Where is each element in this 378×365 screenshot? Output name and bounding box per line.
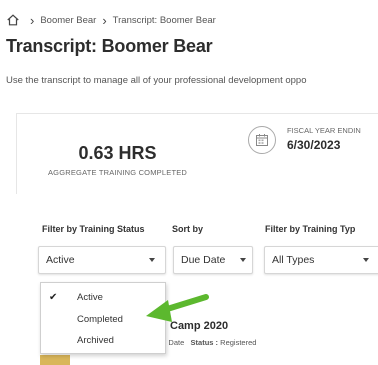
status-key: Status : bbox=[190, 338, 219, 347]
page-title: Transcript: Boomer Bear bbox=[6, 36, 213, 56]
calendar-icon bbox=[248, 126, 276, 154]
training-thumbnail bbox=[40, 355, 70, 365]
chevron-down-icon bbox=[149, 258, 155, 262]
chevron-down-icon bbox=[240, 258, 246, 262]
sort-by-select[interactable]: Due Date bbox=[173, 246, 253, 274]
training-item-meta: ue Date Status : Registered bbox=[158, 338, 256, 347]
training-hours-label: AGGREGATE TRAINING COMPLETED bbox=[47, 168, 188, 177]
status-filter-label: Filter by Training Status bbox=[42, 224, 145, 234]
type-filter-value: All Types bbox=[272, 254, 315, 266]
page-subtitle: Use the transcript to manage all of your… bbox=[6, 75, 307, 86]
status-option-label: Active bbox=[77, 291, 103, 303]
type-filter-select[interactable]: All Types bbox=[264, 246, 378, 274]
breadcrumb: › Boomer Bear › Transcript: Boomer Bear bbox=[6, 12, 216, 28]
fiscal-year-date: 6/30/2023 bbox=[287, 138, 341, 152]
fiscal-year-label: FISCAL YEAR ENDIN bbox=[287, 126, 361, 135]
chevron-right-icon: › bbox=[30, 12, 35, 28]
breadcrumb-current: Transcript: Boomer Bear bbox=[112, 14, 216, 26]
checkmark-icon: ✔ bbox=[49, 291, 58, 303]
sort-by-value: Due Date bbox=[181, 254, 226, 266]
status-value: Registered bbox=[220, 338, 257, 347]
chevron-down-icon bbox=[363, 258, 369, 262]
type-filter-label: Filter by Training Typ bbox=[265, 224, 356, 234]
breadcrumb-link-boomer-bear[interactable]: Boomer Bear bbox=[40, 15, 96, 26]
status-option-archived[interactable]: Archived bbox=[41, 330, 165, 350]
status-option-label: Archived bbox=[77, 334, 114, 346]
status-option-label: Completed bbox=[77, 313, 123, 325]
chevron-right-icon: › bbox=[102, 12, 107, 28]
status-filter-select[interactable]: Active bbox=[38, 246, 166, 274]
training-hours-value: 0.63 HRS bbox=[78, 143, 157, 163]
status-filter-value: Active bbox=[46, 254, 75, 266]
annotation-arrow-icon bbox=[146, 294, 209, 322]
home-icon[interactable] bbox=[6, 13, 20, 27]
sort-by-label: Sort by bbox=[172, 224, 204, 234]
